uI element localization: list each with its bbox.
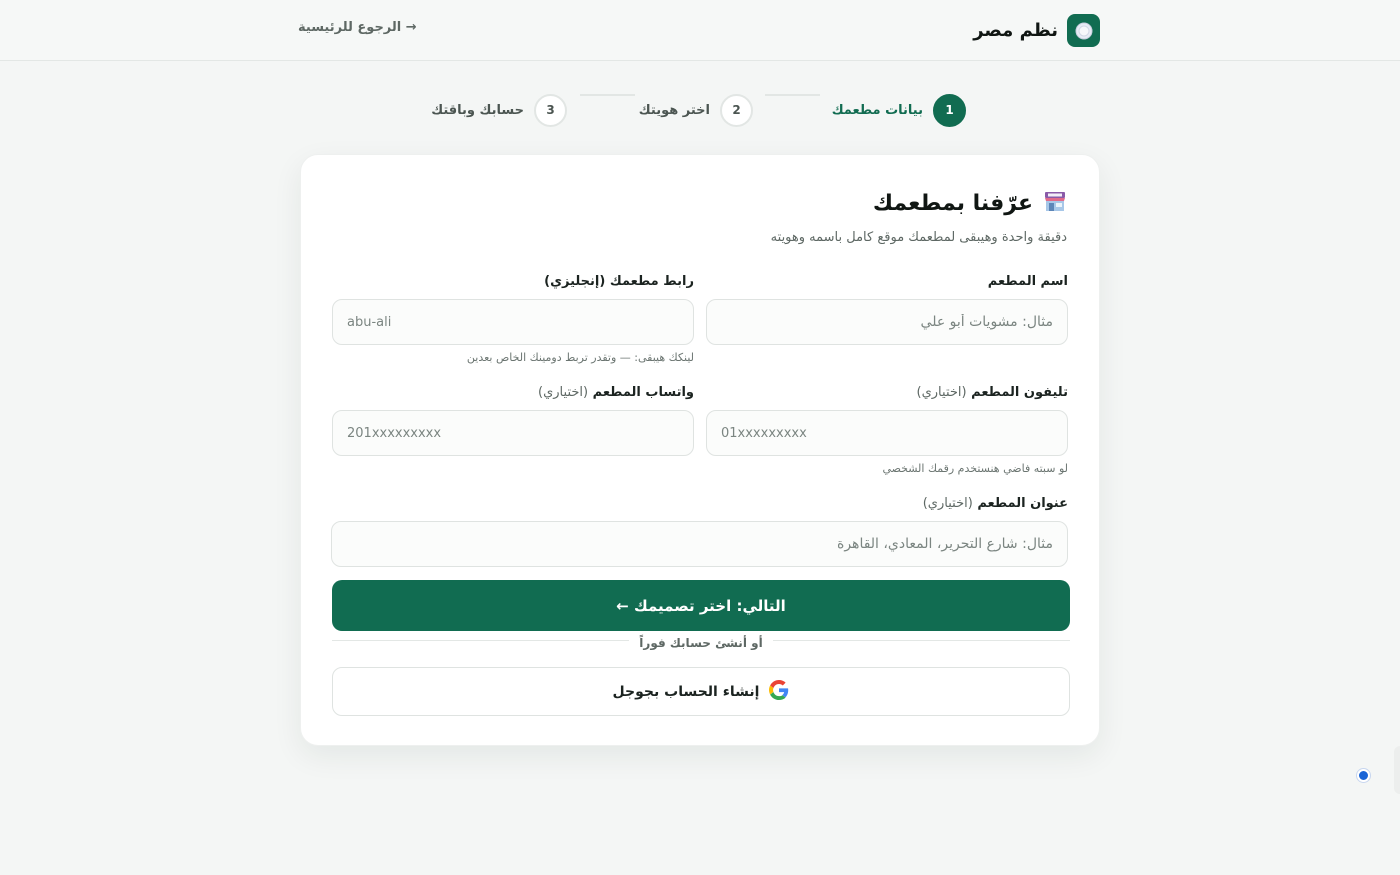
restaurant-address-input[interactable] [331, 521, 1068, 567]
step-restaurant-info[interactable]: 1 بيانات مطعمك [832, 93, 966, 127]
step-number: 3 [534, 93, 567, 127]
restaurant-phone-field: تليفون المطعم (اختياري) لو سبته فاضي هنس… [706, 383, 1068, 475]
form-card: عرّفنا بمطعمك دقيقة واحدة وهيبقى لمطعمك … [300, 154, 1100, 746]
brand-name: نظم مصر [973, 20, 1058, 41]
restaurant-name-field: اسم المطعم [706, 272, 1068, 345]
field-label: رابط مطعمك (إنجليزي) [544, 274, 694, 289]
top-bar: نظم مصر → الرجوع للرئيسية [0, 0, 1400, 61]
restaurant-whatsapp-input[interactable] [332, 410, 694, 456]
field-label: تليفون المطعم (اختياري) [916, 385, 1068, 400]
page-subtitle: دقيقة واحدة وهيبقى لمطعمك موقع كامل باسم… [770, 230, 1067, 245]
step-connector [580, 94, 635, 96]
divider: أو أنشئ حسابك فوراً [301, 632, 1101, 651]
page-title: عرّفنا بمطعمك [872, 190, 1033, 216]
step-account-plan[interactable]: 3 حسابك وباقتك [431, 93, 567, 127]
google-icon [769, 679, 789, 704]
restaurant-address-field: عنوان المطعم (اختياري) [331, 494, 1068, 567]
store-icon [1043, 189, 1067, 217]
restaurant-phone-input[interactable] [706, 410, 1068, 456]
restaurant-name-input[interactable] [706, 299, 1068, 345]
step-label: بيانات مطعمك [831, 102, 923, 118]
field-label: عنوان المطعم (اختياري) [922, 496, 1068, 511]
field-label: واتساب المطعم (اختياري) [538, 385, 694, 400]
step-label: اختر هويتك [638, 102, 710, 118]
slug-hint: لينكك هيبقى: — وتقدر تربط دومينك الخاص ب… [466, 351, 694, 364]
step-number: 2 [720, 93, 753, 127]
restaurant-slug-field: رابط مطعمك (إنجليزي) لينكك هيبقى: — وتقد… [332, 272, 694, 364]
side-panel-handle[interactable] [1394, 746, 1400, 794]
back-home-link[interactable]: → الرجوع للرئيسية [298, 20, 417, 35]
stepper: 1 بيانات مطعمك 2 اختر هويتك 3 حسابك وباق… [0, 93, 1400, 129]
phone-hint: لو سبته فاضي هنستخدم رقمك الشخصي [882, 462, 1068, 475]
divider-text: أو أنشئ حسابك فوراً [629, 636, 773, 650]
field-label: اسم المطعم [987, 274, 1068, 289]
step-choose-identity[interactable]: 2 اختر هويتك [639, 93, 753, 127]
brand[interactable]: نظم مصر [973, 14, 1100, 47]
plate-icon [1067, 14, 1100, 47]
google-button-label: إنشاء الحساب بجوجل [612, 683, 760, 700]
google-signup-button[interactable]: إنشاء الحساب بجوجل [332, 667, 1070, 716]
restaurant-whatsapp-field: واتساب المطعم (اختياري) [332, 383, 694, 456]
floating-indicator[interactable] [1357, 769, 1370, 782]
card-title: عرّفنا بمطعمك [873, 189, 1067, 217]
step-number: 1 [933, 93, 966, 127]
restaurant-slug-input[interactable] [332, 299, 694, 345]
step-connector [765, 94, 820, 96]
next-button[interactable]: التالي: اختر تصميمك ← [332, 580, 1070, 631]
step-label: حسابك وباقتك [431, 102, 524, 118]
